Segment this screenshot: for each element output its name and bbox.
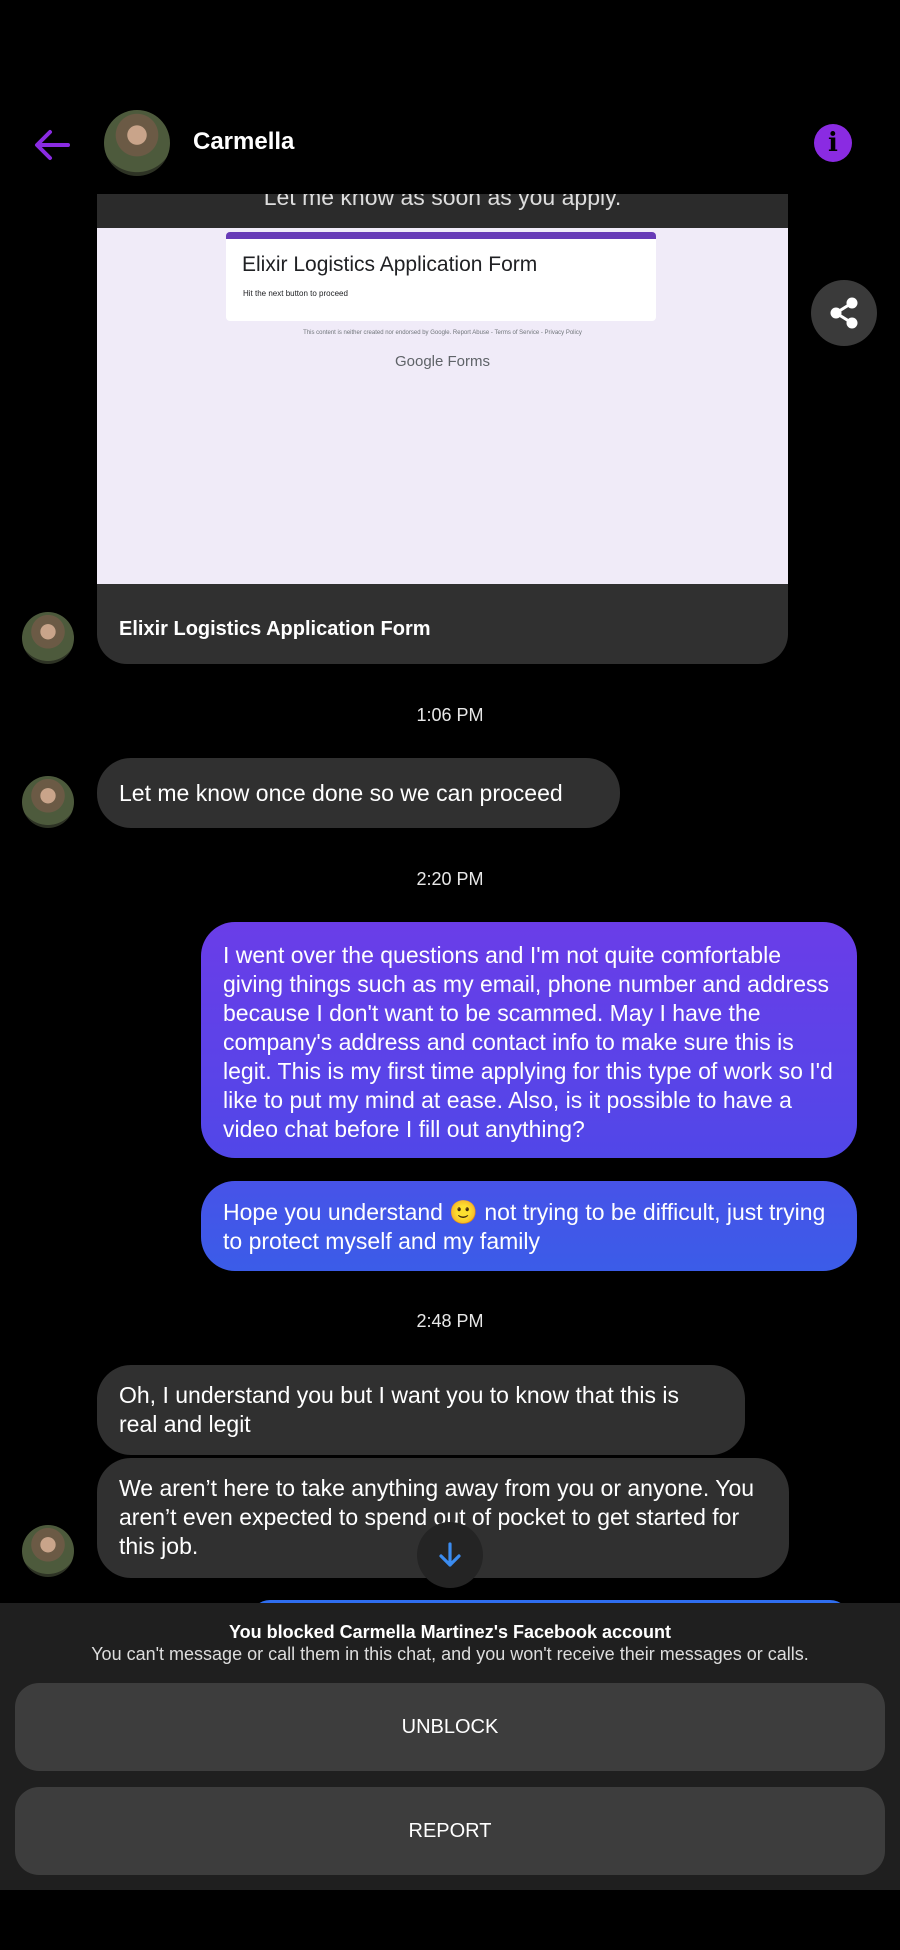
blocked-notice-panel: You blocked Carmella Martinez's Facebook…: [0, 1603, 900, 1890]
form-title: Elixir Logistics Application Form: [242, 253, 538, 276]
info-icon[interactable]: i: [814, 124, 852, 162]
scroll-down-arrow-icon[interactable]: [417, 1522, 483, 1588]
report-button[interactable]: REPORT: [15, 1787, 885, 1875]
link-preview-caption: Let me know as soon as you apply.: [97, 194, 788, 228]
google-forms-logo: Google Forms: [394, 353, 491, 370]
sender-avatar[interactable]: [22, 612, 74, 664]
link-preview-image: Elixir Logistics Application Form Hit th…: [97, 228, 788, 584]
back-arrow-icon[interactable]: [30, 122, 76, 168]
incoming-message[interactable]: Let me know once done so we can proceed: [97, 758, 620, 828]
blocked-notice-description: You can't message or call them in this c…: [91, 1644, 809, 1664]
chat-header: Carmella i: [0, 100, 900, 190]
slightly-smiling-emoji: 🙂: [449, 1199, 478, 1225]
timestamp: 1:06 PM: [416, 705, 484, 725]
outgoing-message[interactable]: I went over the questions and I'm not qu…: [201, 922, 857, 1158]
timestamp: 2:48 PM: [416, 1311, 484, 1331]
unblock-button[interactable]: UNBLOCK: [15, 1683, 885, 1771]
form-subtitle: Hit the next button to proceed: [243, 289, 348, 298]
link-preview-card[interactable]: Let me know as soon as you apply. Elixir…: [97, 194, 788, 664]
form-header-box: Elixir Logistics Application Form Hit th…: [226, 232, 656, 321]
outgoing-message[interactable]: Hope you understand 🙂 not trying to be d…: [201, 1181, 857, 1271]
share-icon[interactable]: [811, 280, 877, 346]
timestamp: 2:20 PM: [416, 869, 484, 889]
form-disclaimer: This content is neither created nor endo…: [303, 330, 582, 336]
incoming-message[interactable]: Oh, I understand you but I want you to k…: [97, 1365, 745, 1455]
contact-avatar[interactable]: [104, 110, 170, 176]
sender-avatar[interactable]: [22, 776, 74, 828]
sender-avatar[interactable]: [22, 1525, 74, 1577]
link-preview-title: Elixir Logistics Application Form: [119, 618, 431, 640]
blocked-notice-title: You blocked Carmella Martinez's Facebook…: [228, 1622, 672, 1642]
contact-name[interactable]: Carmella: [193, 128, 294, 156]
